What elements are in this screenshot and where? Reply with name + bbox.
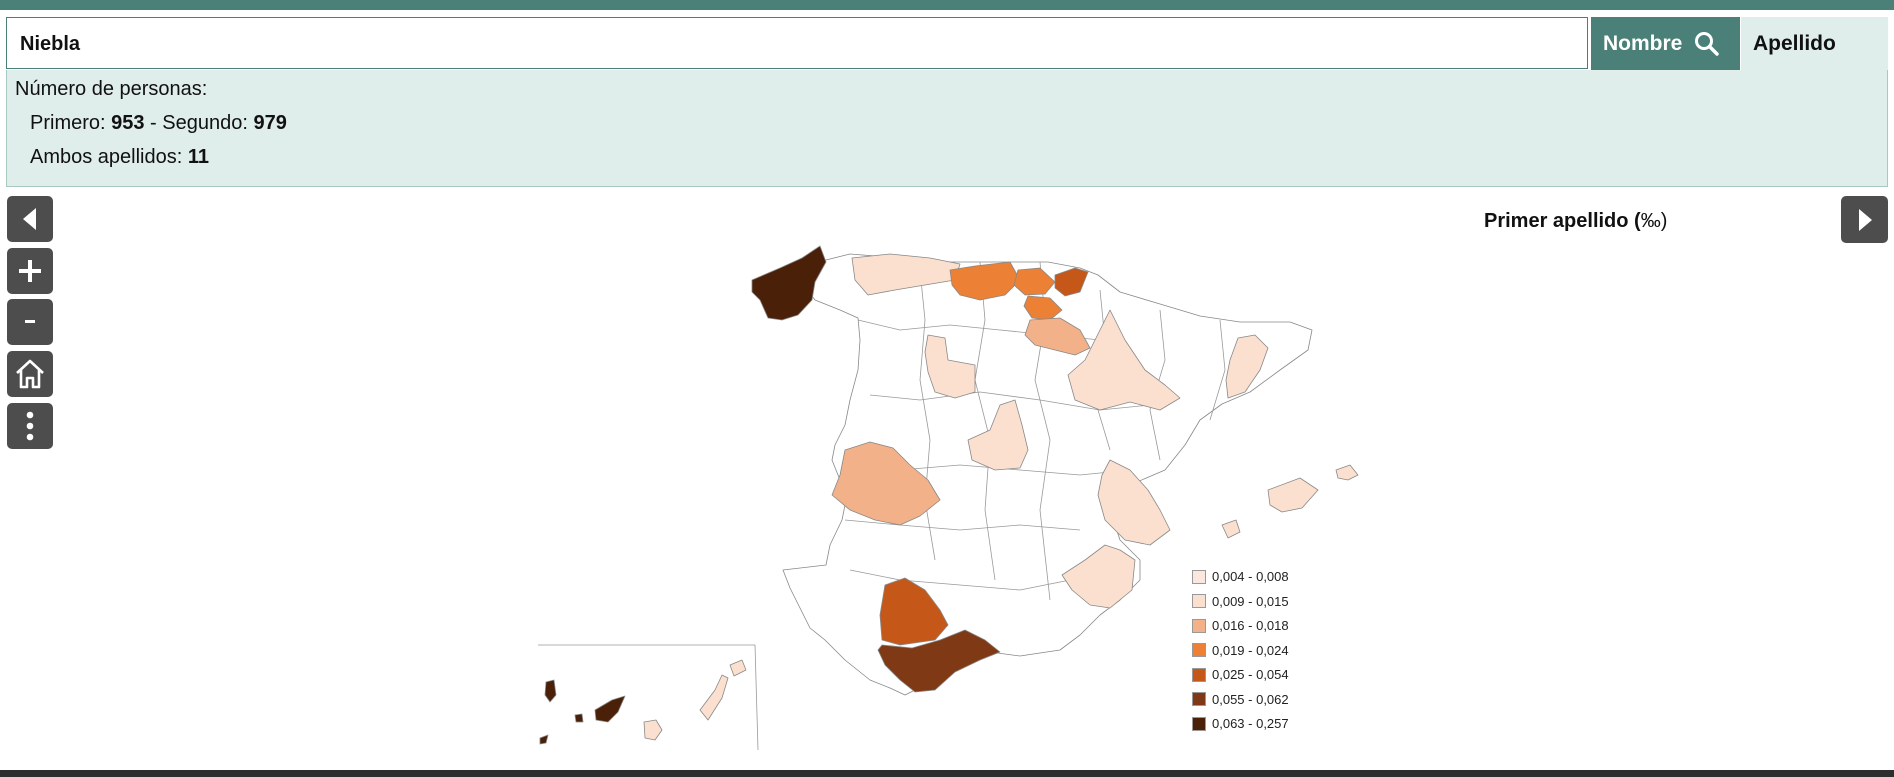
legend-item: 0,055 - 0,062 bbox=[1192, 692, 1289, 707]
legend-item: 0,019 - 0,024 bbox=[1192, 643, 1289, 658]
segundo-value: 979 bbox=[253, 112, 287, 134]
spain-province-map[interactable] bbox=[0, 190, 1894, 750]
legend-item: 0,025 - 0,054 bbox=[1192, 667, 1289, 682]
island-gran-canaria[interactable] bbox=[643, 719, 663, 741]
island-la-palma[interactable] bbox=[544, 679, 557, 703]
island-mallorca[interactable] bbox=[1267, 477, 1319, 513]
people-count-heading: Número de personas: bbox=[15, 78, 208, 100]
legend-swatch bbox=[1192, 594, 1206, 608]
people-count-panel: Número de personas: Primero: 953 - Segun… bbox=[6, 70, 1888, 187]
search-box bbox=[6, 17, 1592, 70]
legend-label: 0,019 - 0,024 bbox=[1212, 642, 1289, 658]
legend-label: 0,009 - 0,015 bbox=[1212, 593, 1289, 609]
province-a-coruna[interactable] bbox=[751, 245, 827, 321]
bottom-bar bbox=[0, 770, 1894, 777]
legend-label: 0,016 - 0,018 bbox=[1212, 618, 1289, 633]
island-ibiza[interactable] bbox=[1221, 519, 1241, 539]
segundo-label: Segundo: bbox=[162, 112, 254, 134]
surname-search-input[interactable] bbox=[7, 18, 1592, 70]
island-tenerife[interactable] bbox=[594, 695, 626, 723]
island-gomera[interactable] bbox=[574, 713, 584, 723]
separator: - bbox=[144, 112, 163, 134]
island-lanzarote[interactable] bbox=[729, 659, 747, 677]
legend-item: 0,016 - 0,018 bbox=[1192, 618, 1289, 633]
legend-swatch bbox=[1192, 716, 1206, 731]
nombre-button-label: Nombre bbox=[1603, 31, 1683, 55]
legend-item: 0,063 - 0,257 bbox=[1192, 716, 1289, 731]
island-menorca[interactable] bbox=[1335, 464, 1359, 481]
apellido-button-label: Apellido bbox=[1753, 31, 1836, 55]
legend-label: 0,025 - 0,054 bbox=[1212, 667, 1289, 682]
legend-label: 0,004 - 0,008 bbox=[1212, 569, 1289, 584]
search-icon bbox=[1695, 31, 1720, 56]
legend-swatch bbox=[1192, 667, 1206, 682]
legend-swatch bbox=[1192, 692, 1206, 706]
legend-label: 0,063 - 0,257 bbox=[1212, 716, 1289, 731]
top-accent-bar bbox=[0, 0, 1894, 10]
primero-label: Primero: bbox=[30, 112, 112, 134]
nombre-search-button[interactable]: Nombre bbox=[1591, 17, 1740, 70]
ambos-label: Ambos apellidos: bbox=[30, 146, 188, 168]
legend-item: 0,004 - 0,008 bbox=[1192, 569, 1289, 584]
legend-label: 0,055 - 0,062 bbox=[1212, 691, 1289, 707]
both-surnames-count: Ambos apellidos: 11 bbox=[30, 146, 209, 169]
island-hierro[interactable] bbox=[539, 734, 549, 745]
legend-item: 0,009 - 0,015 bbox=[1192, 594, 1289, 609]
legend-swatch bbox=[1192, 643, 1206, 657]
apellido-tab-button[interactable]: Apellido bbox=[1741, 17, 1888, 70]
ambos-value: 11 bbox=[187, 146, 210, 168]
island-fuerteventura[interactable] bbox=[699, 674, 729, 721]
primero-value: 953 bbox=[111, 112, 145, 134]
legend-swatch bbox=[1192, 569, 1206, 584]
first-second-counts: Primero: 953 - Segundo: 979 bbox=[30, 112, 287, 135]
legend-swatch bbox=[1192, 618, 1206, 633]
